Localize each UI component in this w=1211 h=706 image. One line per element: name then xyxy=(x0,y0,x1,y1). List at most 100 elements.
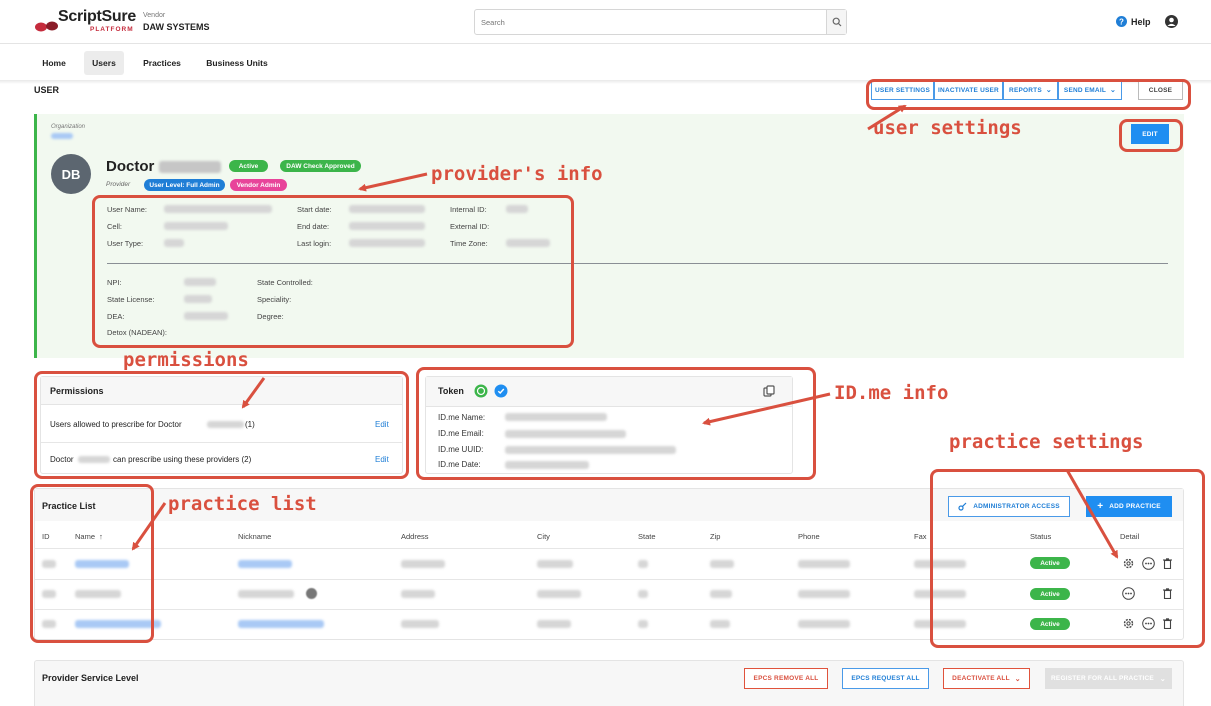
organization-link[interactable] xyxy=(51,133,73,139)
nav-home[interactable]: Home xyxy=(34,51,74,75)
organization-label: Organization xyxy=(51,124,86,130)
brand-sub: PLATFORM xyxy=(90,26,134,33)
service-level-title: Provider Service Level xyxy=(42,673,139,683)
permission-row-1-count: (1) xyxy=(245,420,255,429)
row-2-trash-icon[interactable] xyxy=(1163,588,1172,599)
add-practice-button[interactable]: + ADD PRACTICE xyxy=(1086,496,1172,517)
profile-card xyxy=(34,114,1184,358)
shield-check-icon xyxy=(494,384,508,398)
help-link[interactable]: ? Help xyxy=(1116,16,1151,27)
administrator-access-button[interactable]: ADMINISTRATOR ACCESS xyxy=(948,496,1070,517)
nav-practices[interactable]: Practices xyxy=(136,51,188,75)
row-3-phone xyxy=(798,620,850,628)
row-1-more-icon[interactable] xyxy=(1142,557,1155,570)
brand-logo[interactable]: ScriptSure PLATFORM xyxy=(34,8,136,36)
add-practice-label: ADD PRACTICE xyxy=(1109,503,1161,510)
row-2-zip xyxy=(710,590,732,598)
epcs-request-all-button[interactable]: EPCS REQUEST ALL xyxy=(842,668,929,689)
user-type-label: User Type: xyxy=(107,239,144,248)
table-row[interactable] xyxy=(35,580,1183,609)
avatar: DB xyxy=(51,154,91,194)
row-3-trash-icon[interactable] xyxy=(1163,618,1172,629)
permission-row-2-edit[interactable]: Edit xyxy=(375,455,389,464)
table-row[interactable] xyxy=(35,549,1183,579)
close-button[interactable]: CLOSE xyxy=(1138,80,1183,100)
col-name[interactable]: Name ↑ xyxy=(75,532,103,541)
table-row[interactable] xyxy=(35,610,1183,639)
page-title: USER xyxy=(34,85,60,95)
deactivate-all-button[interactable]: DEACTIVATE ALL ⌄ xyxy=(943,668,1030,689)
row-3-id xyxy=(42,620,56,628)
state-license-label: State License: xyxy=(107,295,155,304)
annotation-label-idme-info: ID.me info xyxy=(834,382,949,404)
col-nickname: Nickname xyxy=(238,532,272,541)
register-all-practice-button[interactable]: REGISTER FOR ALL PRACTICE ⌄ xyxy=(1045,668,1172,689)
detox-label: Detox (NADEAN): xyxy=(107,328,168,337)
idme-name-label: ID.me Name: xyxy=(438,413,486,422)
administrator-access-label: ADMINISTRATOR ACCESS xyxy=(973,503,1060,510)
time-zone-label: Time Zone: xyxy=(450,239,488,248)
row-1-name-link[interactable] xyxy=(75,560,129,568)
key-icon xyxy=(958,502,967,511)
row-3-gear-icon[interactable] xyxy=(1123,618,1134,629)
nav-users[interactable]: Users xyxy=(84,51,124,75)
row-1-nickname[interactable] xyxy=(238,560,292,568)
user-settings-button[interactable]: USER SETTINGS xyxy=(871,80,934,100)
row-3-zip xyxy=(710,620,730,628)
start-date-label: Start date: xyxy=(297,205,332,214)
row-2-more-icon[interactable] xyxy=(1122,587,1135,600)
row-2-state xyxy=(638,590,648,598)
permission-row-1-label: Users allowed to prescribe for Doctor xyxy=(50,420,182,429)
user-name-label: User Name: xyxy=(107,205,148,214)
search-icon xyxy=(832,17,841,27)
main-nav: Home Users Practices Business Units xyxy=(34,51,1184,77)
row-3-name-link[interactable] xyxy=(75,620,161,628)
deactivate-all-label: DEACTIVATE ALL xyxy=(952,675,1010,682)
app-header: ScriptSure PLATFORM Vendor DAW SYSTEMS ?… xyxy=(0,0,1211,44)
practice-list-title: Practice List xyxy=(42,501,96,511)
col-status: Status xyxy=(1030,532,1052,541)
row-1-trash-icon[interactable] xyxy=(1163,558,1172,569)
idme-name-value xyxy=(505,413,607,421)
profile-divider xyxy=(107,263,1168,264)
send-email-button[interactable]: SEND EMAIL ⌄ xyxy=(1058,80,1122,100)
state-license-value xyxy=(184,295,212,303)
row-1-gear-icon[interactable] xyxy=(1123,558,1134,569)
account-icon[interactable] xyxy=(1165,15,1178,28)
row-2-fax xyxy=(914,590,966,598)
search-button[interactable] xyxy=(826,10,846,34)
row-2-id xyxy=(42,590,56,598)
inactivate-user-button[interactable]: INACTIVATE USER xyxy=(934,80,1003,100)
row-3-fax xyxy=(914,620,966,628)
nav-business-units[interactable]: Business Units xyxy=(201,51,273,75)
search-input[interactable] xyxy=(481,14,821,30)
help-icon: ? xyxy=(1116,16,1127,27)
col-phone: Phone xyxy=(798,532,820,541)
last-login-value xyxy=(349,239,425,247)
provider-role: Provider xyxy=(106,181,131,188)
permission-row-1-edit[interactable]: Edit xyxy=(375,420,389,429)
epcs-remove-all-button[interactable]: EPCS REMOVE ALL xyxy=(744,668,828,689)
copy-icon[interactable] xyxy=(763,385,775,397)
edit-button[interactable]: EDIT xyxy=(1131,124,1169,144)
search-box[interactable] xyxy=(474,9,847,35)
daw-check-badge: DAW Check Approved xyxy=(280,160,361,172)
permission-row-2-prefix: Doctor xyxy=(50,455,74,464)
last-login-label: Last login: xyxy=(297,239,332,248)
row-2-status-badge: Active xyxy=(1030,588,1070,600)
row-3-more-icon[interactable] xyxy=(1142,617,1155,630)
register-all-practice-label: REGISTER FOR ALL PRACTICE xyxy=(1051,675,1154,682)
col-fax: Fax xyxy=(914,532,927,541)
annotation-label-user-settings: user settings xyxy=(873,117,1022,139)
col-name-label: Name xyxy=(75,532,96,541)
reports-button[interactable]: REPORTS ⌄ xyxy=(1003,80,1058,100)
npi-label: NPI: xyxy=(107,278,122,287)
annotation-label-practice-settings: practice settings xyxy=(949,431,1144,453)
send-email-label: SEND EMAIL xyxy=(1063,86,1106,94)
col-state: State xyxy=(638,532,656,541)
idme-date-value xyxy=(505,461,589,469)
row-2-name-link[interactable] xyxy=(75,590,121,598)
reports-label: REPORTS xyxy=(1009,86,1042,94)
row-3-nickname[interactable] xyxy=(238,620,324,628)
user-type-value xyxy=(164,239,184,247)
